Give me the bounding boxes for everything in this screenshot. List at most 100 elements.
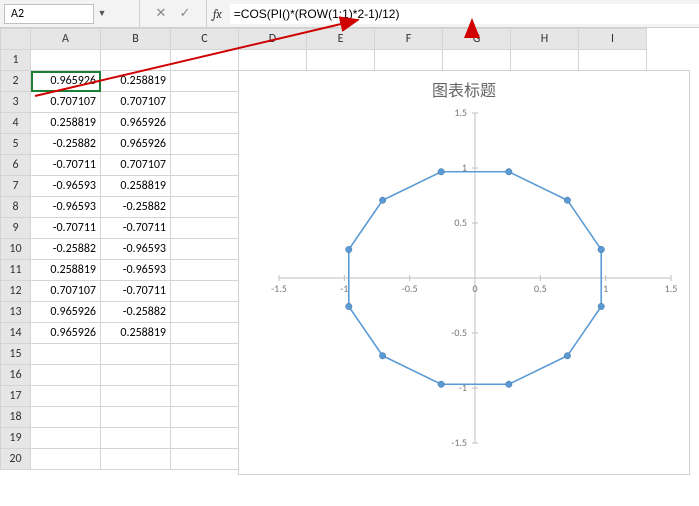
cell[interactable] [31,365,101,386]
cell[interactable]: 0.258819 [101,323,171,344]
cell[interactable] [579,50,647,71]
fx-label[interactable]: fx [207,7,230,21]
col-header[interactable]: B [101,29,171,50]
col-header[interactable]: F [375,29,443,50]
row-header[interactable]: 9 [1,218,31,239]
cell[interactable] [101,344,171,365]
row-header[interactable]: 17 [1,386,31,407]
name-box[interactable]: A2 [4,4,94,24]
cell[interactable]: 0.707107 [31,281,101,302]
chart[interactable]: 图表标题 -1.5-1-0.500.511.5-1.5-1-0.50.511.5 [238,70,690,475]
cell[interactable]: 0.258819 [31,260,101,281]
cell[interactable]: -0.70711 [101,281,171,302]
row-header[interactable]: 2 [1,71,31,92]
cell[interactable] [31,449,101,470]
cell[interactable] [171,260,239,281]
cell[interactable]: 0.965926 [31,71,101,92]
cell[interactable]: 0.258819 [101,71,171,92]
cell[interactable]: 0.965926 [101,134,171,155]
row-header[interactable]: 14 [1,323,31,344]
cell[interactable] [171,302,239,323]
cell[interactable]: -0.70711 [31,155,101,176]
worksheet[interactable]: A B C D E F G H I 120.9659260.25881930.7… [0,28,699,506]
cell[interactable]: 0.965926 [31,323,101,344]
col-header[interactable]: A [31,29,101,50]
cell[interactable] [171,407,239,428]
formula-input[interactable] [230,4,699,24]
row-header[interactable]: 12 [1,281,31,302]
cell[interactable]: -0.96593 [101,260,171,281]
cell[interactable]: 0.965926 [31,302,101,323]
cell[interactable] [101,428,171,449]
confirm-icon[interactable]: ✓ [178,6,192,21]
cell[interactable] [171,92,239,113]
cell[interactable] [171,218,239,239]
cell[interactable] [511,50,579,71]
row-header[interactable]: 13 [1,302,31,323]
row-header[interactable]: 15 [1,344,31,365]
row-header[interactable]: 20 [1,449,31,470]
cell[interactable] [31,50,101,71]
cell[interactable] [171,239,239,260]
row-header[interactable]: 19 [1,428,31,449]
row-header[interactable]: 16 [1,365,31,386]
cell[interactable]: -0.96593 [31,197,101,218]
row-header[interactable]: 7 [1,176,31,197]
cell[interactable] [239,50,307,71]
col-header[interactable]: G [443,29,511,50]
cell[interactable]: -0.96593 [101,239,171,260]
cell[interactable]: -0.70711 [101,218,171,239]
dropdown-icon[interactable]: ▼ [96,8,108,19]
cell[interactable] [307,50,375,71]
cell[interactable]: -0.25882 [101,197,171,218]
cell[interactable]: -0.25882 [101,302,171,323]
chart-title[interactable]: 图表标题 [239,71,689,103]
cell[interactable] [171,365,239,386]
cell[interactable] [171,386,239,407]
cell[interactable] [171,428,239,449]
cell[interactable]: -0.70711 [31,218,101,239]
cell[interactable] [101,365,171,386]
row-header[interactable]: 4 [1,113,31,134]
row-header[interactable]: 1 [1,50,31,71]
col-header[interactable]: H [511,29,579,50]
row-header[interactable]: 18 [1,407,31,428]
cell[interactable]: 0.707107 [31,92,101,113]
cell[interactable] [31,428,101,449]
cancel-icon[interactable]: ✕ [154,6,168,21]
row-header[interactable]: 6 [1,155,31,176]
col-header[interactable]: I [579,29,647,50]
cell[interactable] [171,449,239,470]
cell[interactable] [171,50,239,71]
row-header[interactable]: 11 [1,260,31,281]
cell[interactable] [101,50,171,71]
cell[interactable] [171,113,239,134]
cell[interactable] [171,155,239,176]
cell[interactable] [171,344,239,365]
cell[interactable]: 0.258819 [31,113,101,134]
cell[interactable] [171,176,239,197]
cell[interactable]: 0.965926 [101,113,171,134]
cell[interactable]: 0.707107 [101,155,171,176]
cell[interactable] [171,323,239,344]
cell[interactable] [443,50,511,71]
cell[interactable]: -0.25882 [31,134,101,155]
cell[interactable] [171,281,239,302]
col-header[interactable]: C [171,29,239,50]
cell[interactable]: 0.258819 [101,176,171,197]
cell[interactable]: -0.96593 [31,176,101,197]
select-all[interactable] [1,29,31,50]
cell[interactable]: 0.707107 [101,92,171,113]
col-header[interactable]: E [307,29,375,50]
cell[interactable] [31,407,101,428]
cell[interactable] [101,386,171,407]
cell[interactable] [171,71,239,92]
cell[interactable] [375,50,443,71]
cell[interactable] [101,449,171,470]
row-header[interactable]: 10 [1,239,31,260]
row-header[interactable]: 5 [1,134,31,155]
cell[interactable]: -0.25882 [31,239,101,260]
cell[interactable] [31,386,101,407]
cell[interactable] [101,407,171,428]
row-header[interactable]: 8 [1,197,31,218]
